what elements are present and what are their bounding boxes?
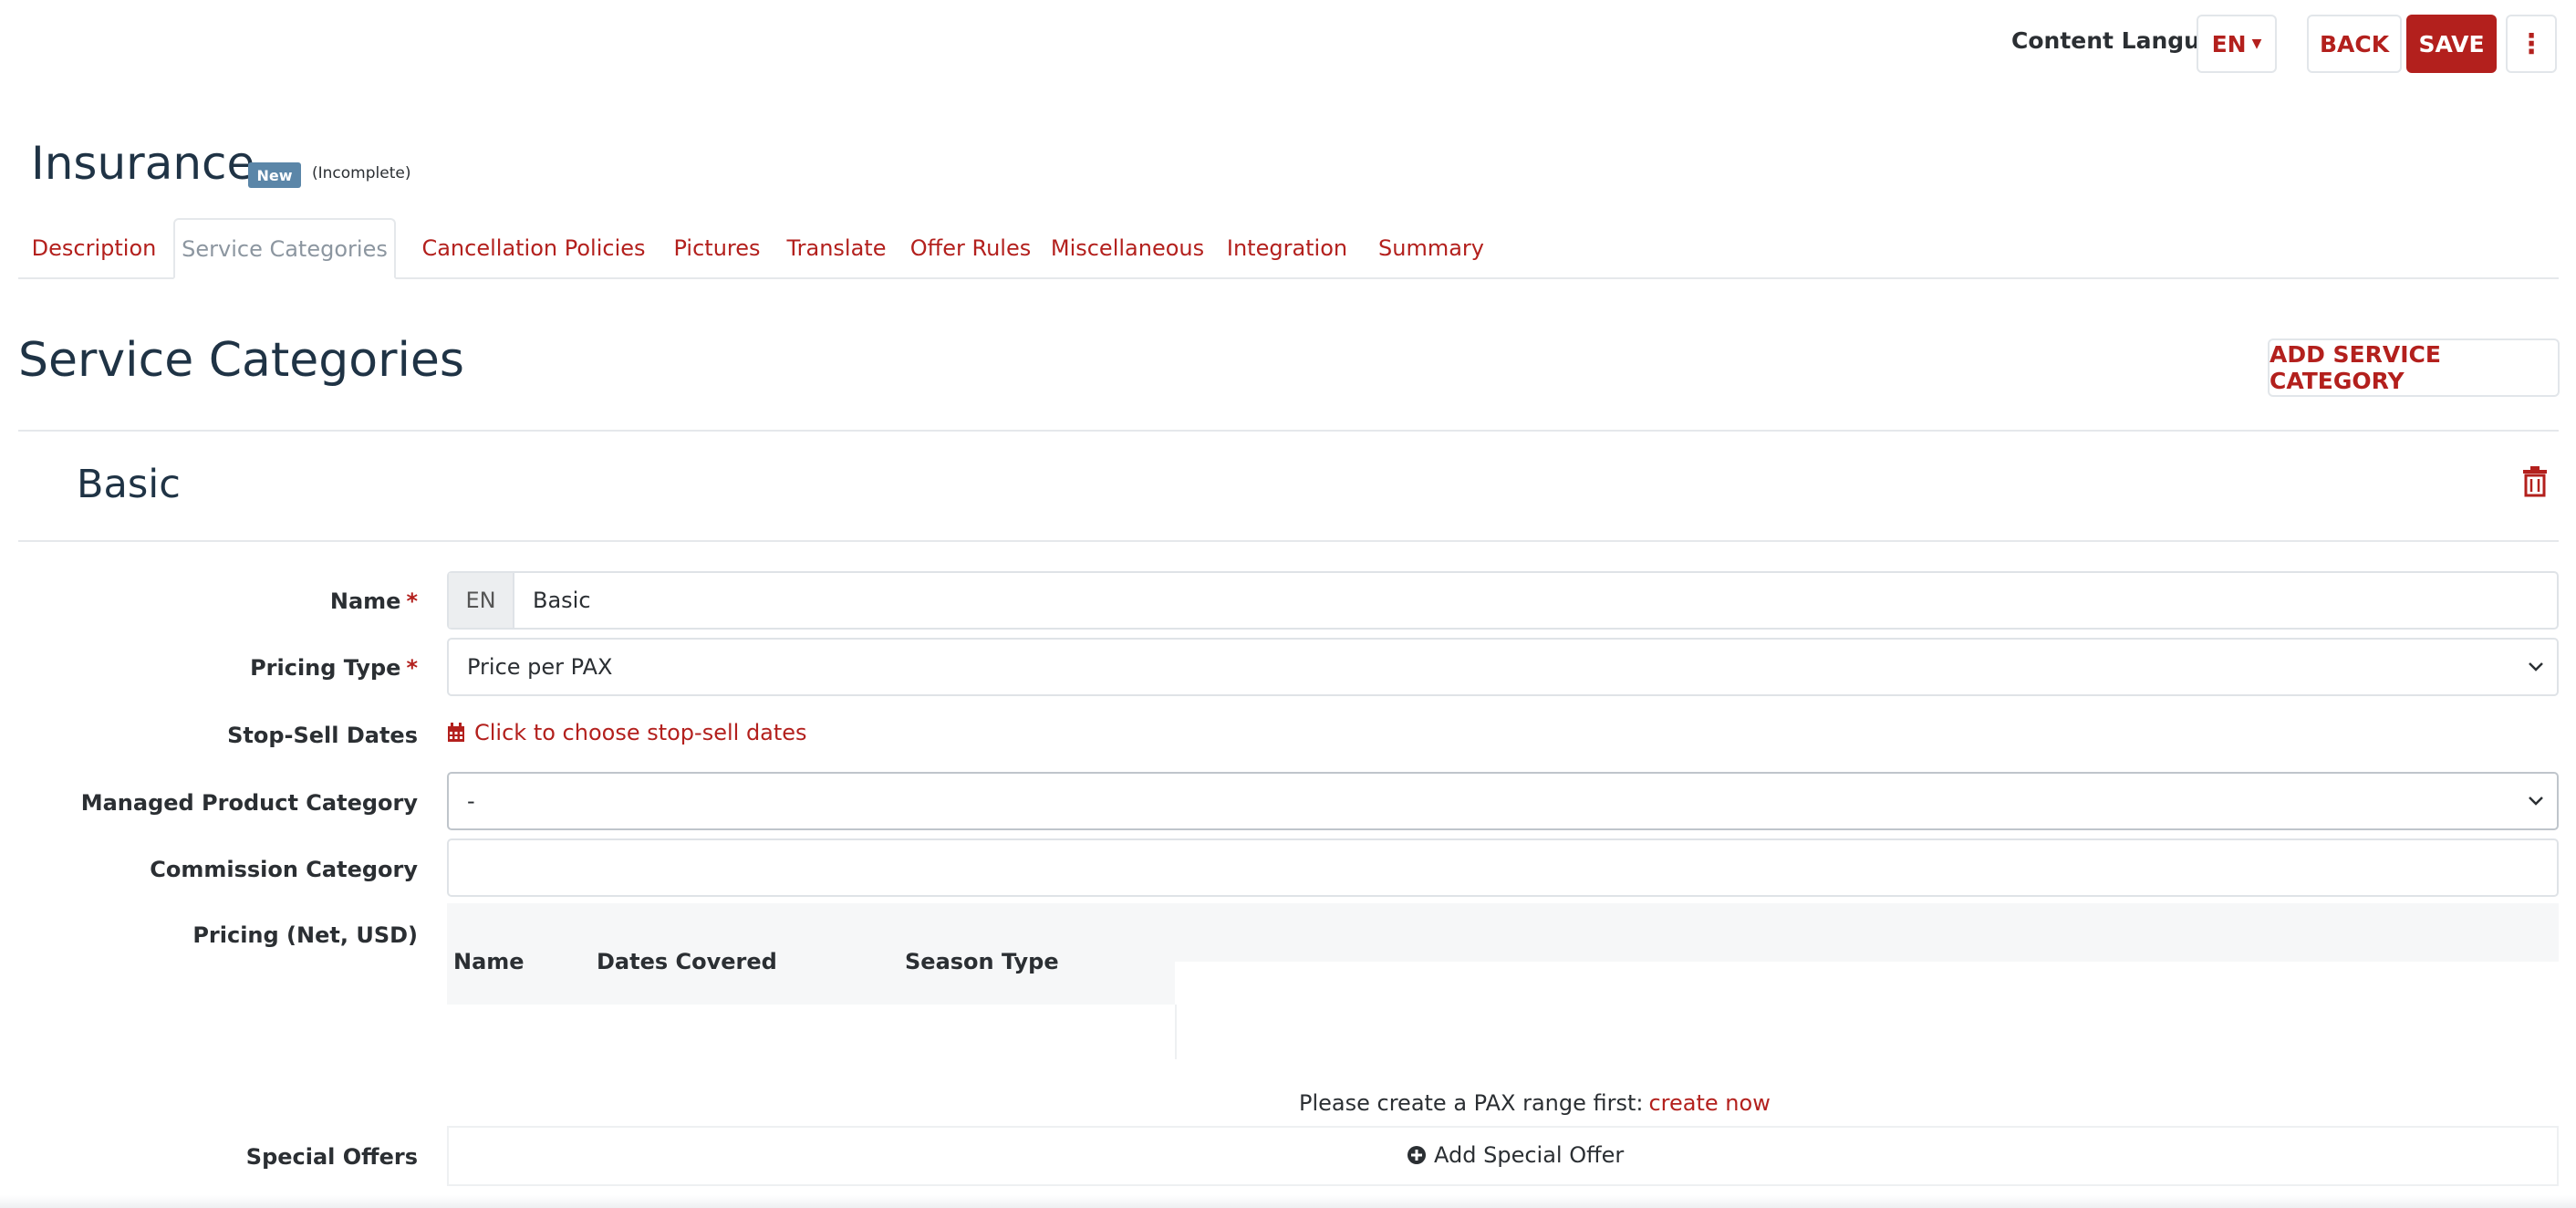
tab-pictures[interactable]: Pictures <box>662 218 772 277</box>
more-options-button[interactable]: ⋮ <box>2506 15 2557 73</box>
tab-offer-rules[interactable]: Offer Rules <box>901 218 1040 277</box>
chevron-down-icon <box>2529 797 2543 806</box>
stop-sell-link-text: Click to choose stop-sell dates <box>474 720 807 745</box>
column-header-season-type: Season Type <box>905 949 1059 974</box>
pricing-type-select[interactable]: Price per PAX <box>447 638 2559 696</box>
tab-bar: Description Service Categories Cancellat… <box>18 218 2559 279</box>
pax-range-message: Please create a PAX range first: create n… <box>1299 1090 1771 1116</box>
commission-category-input[interactable] <box>447 838 2559 897</box>
tab-description[interactable]: Description <box>18 218 170 277</box>
pricing-label: Pricing (Net, USD) <box>192 922 418 948</box>
save-button[interactable]: SAVE <box>2406 15 2497 73</box>
category-title: Basic <box>77 462 181 507</box>
completion-status: (Incomplete) <box>312 164 411 182</box>
managed-category-select[interactable]: - <box>447 772 2559 830</box>
special-offers-label: Special Offers <box>245 1144 418 1170</box>
name-language-addon: EN <box>449 573 514 628</box>
back-button[interactable]: BACK <box>2307 15 2402 73</box>
add-service-category-button[interactable]: ADD SERVICE CATEGORY <box>2268 338 2560 397</box>
vertical-ellipsis-icon: ⋮ <box>2518 27 2545 60</box>
plus-circle-icon <box>1407 1146 1426 1164</box>
pricing-type-label: Pricing Type * <box>250 655 418 681</box>
caret-down-icon: ▼ <box>2251 36 2262 51</box>
name-label: Name * <box>330 588 418 614</box>
stop-sell-label: Stop-Sell Dates <box>227 723 418 748</box>
stop-sell-dates-link[interactable]: Click to choose stop-sell dates <box>447 720 807 745</box>
status-badge: New <box>248 162 301 188</box>
divider <box>18 540 2559 542</box>
tab-summary[interactable]: Summary <box>1363 218 1500 277</box>
required-mark: * <box>406 588 418 614</box>
column-header-dates-covered: Dates Covered <box>597 949 777 974</box>
trash-icon[interactable] <box>2519 465 2550 498</box>
pricing-type-value: Price per PAX <box>467 654 613 680</box>
chevron-down-icon <box>2529 662 2543 672</box>
tab-translate[interactable]: Translate <box>775 218 898 277</box>
create-pax-range-link[interactable]: create now <box>1648 1090 1770 1116</box>
name-field[interactable]: EN Basic <box>447 571 2559 630</box>
pax-range-text: Please create a PAX range first: <box>1299 1090 1644 1116</box>
required-mark: * <box>406 655 418 681</box>
pricing-type-label-text: Pricing Type <box>250 655 401 681</box>
tab-integration[interactable]: Integration <box>1215 218 1359 277</box>
column-header-name: Name <box>453 949 525 974</box>
tab-miscellaneous[interactable]: Miscellaneous <box>1044 218 1211 277</box>
page-title: Insurance <box>31 137 255 190</box>
tab-cancellation-policies[interactable]: Cancellation Policies <box>400 218 668 277</box>
pricing-table-body <box>447 1005 1177 1059</box>
add-special-offer-label: Add Special Offer <box>1434 1142 1625 1168</box>
name-input-value[interactable]: Basic <box>514 588 591 613</box>
divider <box>18 430 2559 432</box>
pricing-table-header <box>447 931 1175 1005</box>
managed-category-value: - <box>467 788 475 814</box>
commission-category-label: Commission Category <box>150 857 418 882</box>
tab-service-categories[interactable]: Service Categories <box>173 218 396 279</box>
bottom-shadow <box>0 1195 2576 1208</box>
section-title: Service Categories <box>18 333 464 388</box>
page: Content Language EN ▼ BACK SAVE ⋮ Insura… <box>0 0 2576 1208</box>
language-dropdown[interactable]: EN ▼ <box>2197 15 2277 73</box>
calendar-icon <box>448 723 464 742</box>
add-special-offer-button[interactable]: Add Special Offer <box>1407 1142 1624 1168</box>
name-label-text: Name <box>329 588 401 614</box>
language-value: EN <box>2211 30 2247 57</box>
managed-category-label: Managed Product Category <box>80 790 418 816</box>
